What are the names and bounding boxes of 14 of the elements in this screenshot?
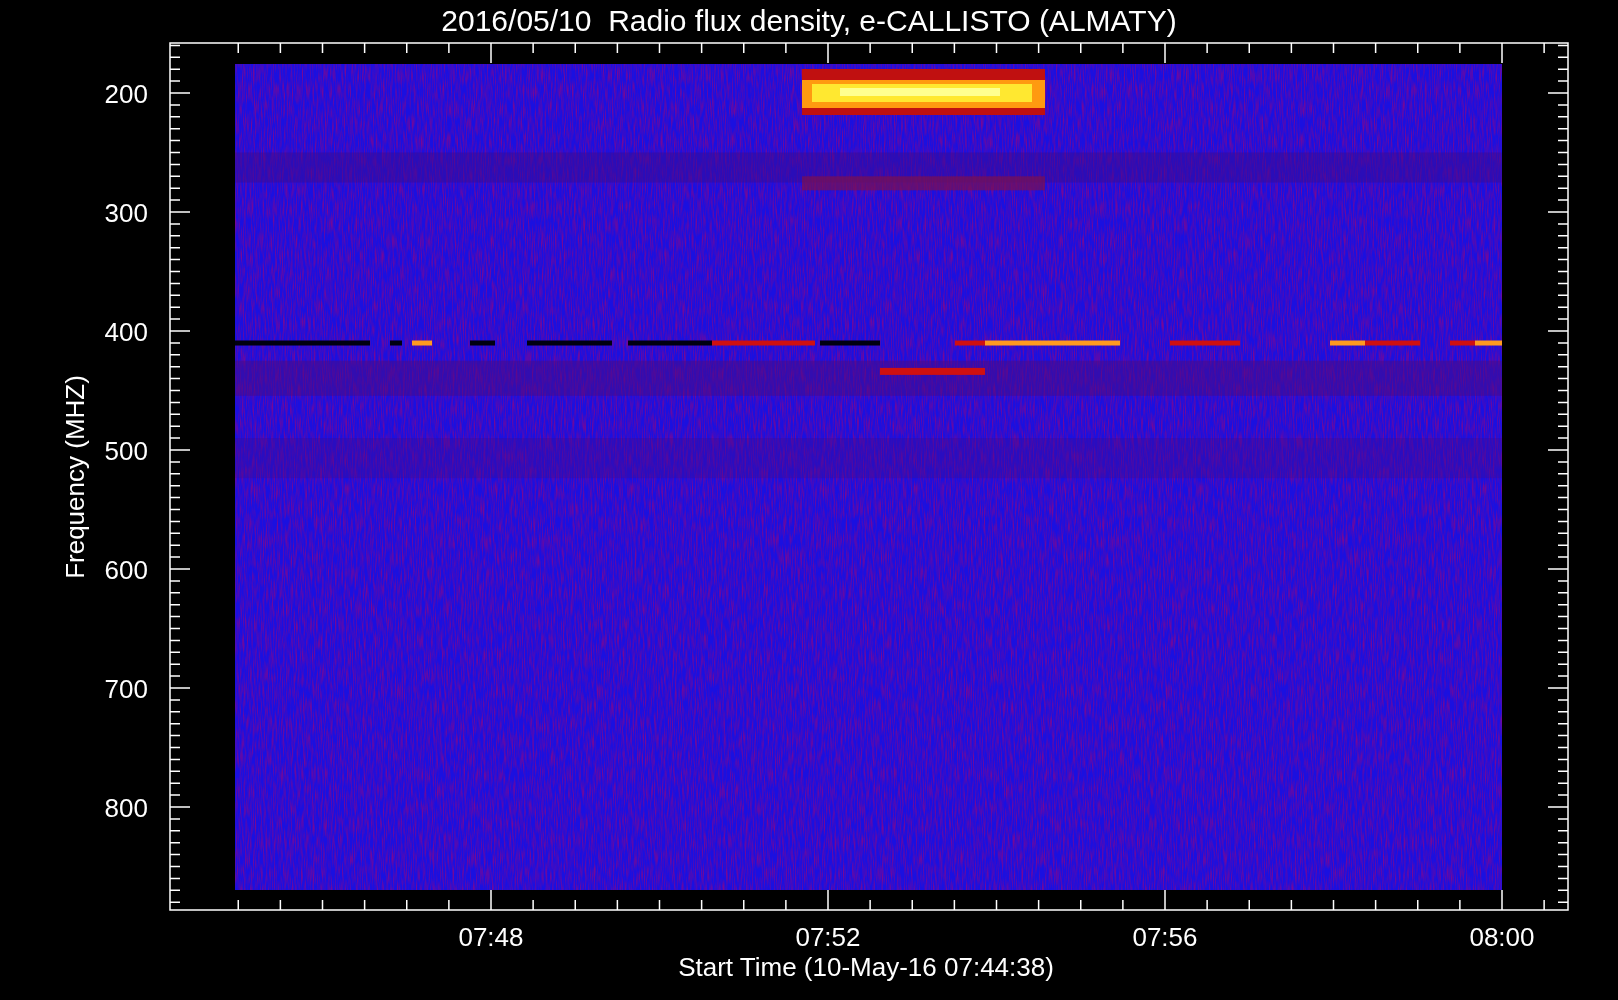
tick-label: 07:52 (795, 922, 861, 952)
tick-label: 400 (104, 317, 148, 347)
chart-title: 2016/05/10 Radio flux density, e-CALLISTO (ALMATY) (441, 4, 1177, 37)
tick-label: 07:56 (1132, 922, 1198, 952)
tick-label: 200 (104, 79, 148, 109)
tick-label: 600 (104, 555, 148, 585)
axis-title: Start Time (10-May-16 07:44:38) (678, 952, 1054, 982)
tick-label: 07:48 (458, 922, 524, 952)
tick-label: 08:00 (1469, 922, 1535, 952)
tick-label: 700 (104, 674, 148, 704)
tick-label: 800 (104, 793, 148, 823)
axis-title: Frequency (MHZ) (60, 375, 90, 579)
tick-label: 300 (104, 198, 148, 228)
tick-label: 500 (104, 436, 148, 466)
